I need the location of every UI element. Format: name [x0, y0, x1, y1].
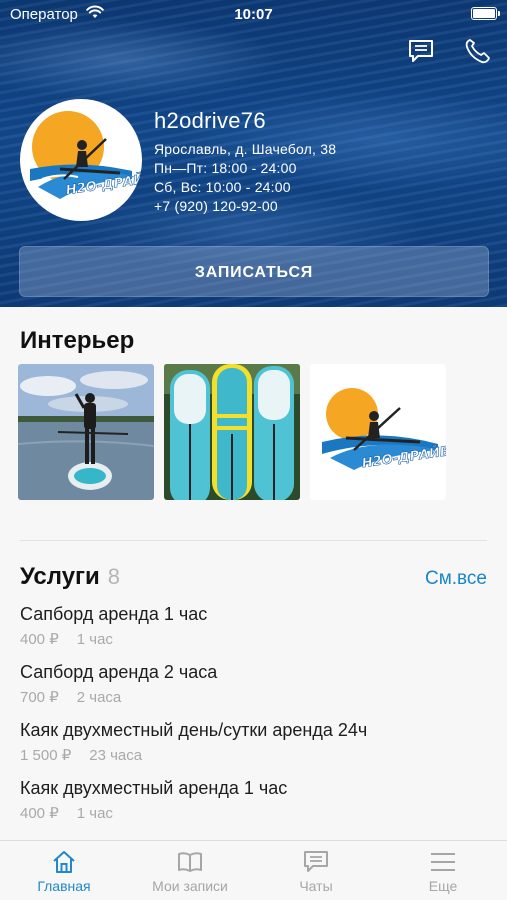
tab-my-bookings-label: Мои записи — [152, 878, 228, 894]
interior-title: Интерьер — [20, 327, 135, 354]
company-logo: H2O-ДРАЙВ — [20, 99, 142, 221]
interior-photo-sup[interactable] — [18, 364, 154, 500]
service-duration: 2 часа — [76, 689, 122, 706]
service-meta: 400 ₽ 1 час — [20, 804, 490, 822]
service-name: Сапборд аренда 2 часа — [20, 662, 218, 682]
tab-more-label: Еще — [428, 878, 458, 894]
service-name: Каяк двухместный аренда 1 час — [20, 778, 288, 798]
status-bar: Оператор 10:07 — [0, 0, 507, 28]
tab-chats-label: Чаты — [299, 878, 333, 894]
tab-my-bookings[interactable]: Мои записи — [127, 841, 253, 900]
service-name: Каяк двухместный день/сутки аренда 24ч — [20, 720, 368, 740]
book-icon — [178, 852, 202, 872]
tab-more[interactable]: Еще — [380, 841, 506, 900]
tab-home-label: Главная — [37, 878, 91, 894]
battery-icon — [471, 7, 500, 20]
service-price: 400 ₽ — [20, 805, 59, 822]
hero-header: Оператор 10:07 H2O-ДРАЙВ h2odrive76 Ярос… — [0, 0, 507, 307]
company-phone[interactable]: +7 (920) 120-92-00 — [154, 197, 336, 216]
service-item[interactable]: Каяк двухместный день/сутки аренда 24ч 1… — [20, 720, 490, 764]
service-meta: 700 ₽ 2 часа — [20, 688, 490, 706]
service-name: Сапборд аренда 1 час — [20, 604, 208, 624]
company-name: h2odrive76 — [154, 108, 266, 133]
phone-icon[interactable] — [463, 38, 491, 64]
service-duration: 23 часа — [89, 747, 143, 764]
home-icon — [53, 851, 75, 873]
service-duration: 1 час — [76, 805, 113, 822]
service-meta: 1 500 ₽ 23 часа — [20, 746, 490, 764]
service-duration: 1 час — [76, 631, 113, 648]
interior-photo-boards[interactable] — [164, 364, 300, 500]
see-all-services-link[interactable]: См.все — [425, 568, 487, 590]
main-content: Интерьер H2O-ДРАЙВ Услуги 8 См.все Сапбо… — [0, 307, 507, 840]
hours-weekdays: Пн—Пт: 18:00 - 24:00 — [154, 160, 297, 176]
services-title-text: Услуги — [20, 563, 100, 590]
chat-icon[interactable] — [407, 38, 435, 64]
services-title: Услуги 8 — [20, 563, 120, 591]
service-meta: 400 ₽ 1 час — [20, 630, 490, 648]
tab-home[interactable]: Главная — [1, 841, 127, 900]
service-item[interactable]: Каяк двухместный аренда 1 час 400 ₽ 1 час — [20, 778, 490, 822]
service-item[interactable]: Сапборд аренда 1 час 400 ₽ 1 час — [20, 604, 490, 648]
clock: 10:07 — [234, 6, 273, 23]
service-item[interactable]: Сапборд аренда 2 часа 700 ₽ 2 часа — [20, 662, 490, 706]
tab-bar: Главная Мои записи Чаты Еще — [0, 840, 507, 900]
service-price: 700 ₽ — [20, 689, 59, 706]
menu-icon — [431, 853, 455, 871]
service-price: 400 ₽ — [20, 631, 59, 648]
interior-photo-logo[interactable]: H2O-ДРАЙВ — [310, 364, 446, 500]
section-divider — [20, 540, 487, 541]
book-button[interactable]: ЗАПИСАТЬСЯ — [19, 246, 489, 297]
service-price: 1 500 ₽ — [20, 747, 72, 764]
profile-info: h2odrive76 Ярославль, д. Шачебол, 38 Пн—… — [154, 108, 336, 216]
chat-icon — [304, 851, 328, 872]
tab-chats[interactable]: Чаты — [253, 841, 379, 900]
services-count: 8 — [107, 564, 121, 589]
company-address: Ярославль, д. Шачебол, 38 — [154, 141, 337, 157]
hours-weekend: Сб, Вс: 10:00 - 24:00 — [154, 179, 291, 195]
